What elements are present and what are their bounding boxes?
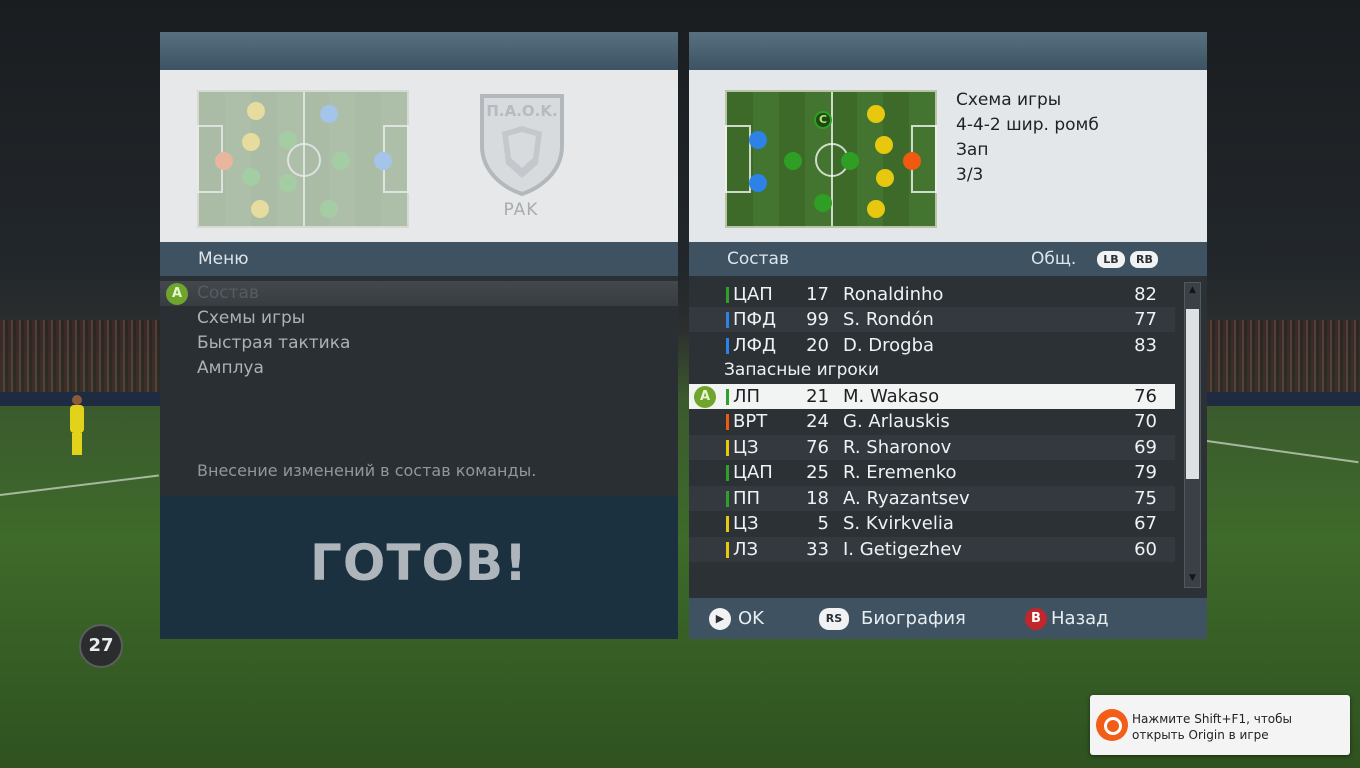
stadium-stand-left [0,320,160,400]
team-panel: П.Α.Ο.Κ. PAK Меню A Состав Схемы игры Бы… [160,32,678,639]
scroll-thumb[interactable] [1186,309,1199,479]
player-row[interactable]: ЦАП 17 Ronaldinho 82 [689,282,1175,307]
panel-header-bar [689,32,1207,70]
crest-lettering: П.Α.Ο.Κ. [486,102,557,120]
formation-summary: Схема игры 4-4-2 шир. ромб Зап 3/3 [956,88,1099,188]
scroll-down-arrow-icon[interactable]: ▼ [1187,573,1198,584]
position-color-bar [726,465,729,481]
a-button-icon: A [166,283,188,305]
position-color-bar [726,312,729,328]
team-code: PAK [503,200,539,220]
squad-panel: C Схема игры 4-4-2 шир. ромб Зап 3/3 Сос… [689,32,1207,639]
sub-row[interactable]: ЦЗ 76 R. Sharonov 69 [689,435,1175,460]
sub-row[interactable]: ЦАП 25 R. Eremenko 79 [689,460,1175,485]
rs-stick-icon[interactable]: RS [819,608,849,630]
menu-item-formations[interactable]: Схемы игры [160,306,678,331]
menu-list: A Состав Схемы игры Быстрая тактика Ампл… [160,276,678,496]
roster-list: ЦАП 17 Ronaldinho 82 ПФД 99 S. Rondón 77… [689,276,1207,598]
b-button-icon[interactable]: B [1025,608,1047,630]
scroll-up-arrow-icon[interactable]: ▲ [1187,285,1198,296]
biography-label[interactable]: Биография [861,598,966,639]
origin-message: Нажмите Shift+F1, чтобы открыть Origin в… [1132,712,1293,742]
overall-header: Общ. [1031,249,1077,269]
rb-button-icon[interactable]: RB [1130,250,1159,268]
menu-description: Внесение изменений в состав команды. [197,461,537,480]
timer-counter: 27 [79,624,123,668]
origin-logo-icon [1096,709,1128,741]
pitch-line [1206,440,1359,464]
roster-header: Состав Общ. LB RB [689,242,1207,276]
captain-marker: C [814,111,832,129]
paok-crest-icon: П.Α.Ο.Κ. [480,94,564,197]
position-color-bar [726,287,729,303]
page-indicator: 3/3 [956,165,984,185]
position-color-bar [726,338,729,354]
goalkeeper-figure [64,395,90,459]
stadium-stand-right [1207,320,1360,400]
formation-title: Схема игры [956,90,1062,110]
position-color-bar [726,491,729,507]
origin-notification[interactable]: Нажмите Shift+F1, чтобы открыть Origin в… [1090,695,1350,755]
position-color-bar [726,440,729,456]
roster-scrollbar[interactable]: ▲ ▼ [1184,282,1201,588]
sub-row[interactable]: ЦЗ 5 S. Kvirkvelia 67 [689,511,1175,536]
sub-row[interactable]: ПП 18 A. Ryazantsev 75 [689,486,1175,511]
menu-item-roles[interactable]: Амплуа [160,356,678,381]
position-color-bar [726,542,729,558]
panel-header-bar [160,32,678,70]
lb-button-icon[interactable]: LB [1097,250,1125,268]
ok-label[interactable]: OK [738,598,764,639]
opponent-info: П.Α.Ο.Κ. PAK [160,70,678,242]
back-label[interactable]: Назад [1051,598,1109,639]
tactic-label: Зап [956,140,989,160]
ready-label: ГОТОВ! [310,534,528,592]
sub-row-selected[interactable]: A ЛП 21 M. Wakaso 76 [689,384,1175,409]
play-button-icon[interactable]: ▶ [709,608,731,630]
position-color-bar [726,516,729,532]
position-color-bar [726,389,729,405]
formation-pitch: C [725,90,937,228]
menu-header: Меню [160,242,678,276]
ready-button[interactable]: ГОТОВ! [160,496,678,639]
formation-name: 4-4-2 шир. ромб [956,115,1099,135]
position-color-bar [726,414,729,430]
opponent-formation-pitch [197,90,409,228]
player-row[interactable]: ПФД 99 S. Rondón 77 [689,307,1175,332]
player-row[interactable]: ЛФД 20 D. Drogba 83 [689,333,1175,358]
a-button-icon: A [694,386,716,408]
advertising-board-right [1207,392,1360,406]
sub-row[interactable]: ЛЗ 33 I. Getigezhev 60 [689,537,1175,562]
pitch-line [0,474,159,496]
menu-item-squad[interactable]: A Состав [160,281,678,306]
sub-row[interactable]: ВРТ 24 G. Arlauskis 70 [689,409,1175,434]
menu-item-quick-tactics[interactable]: Быстрая тактика [160,331,678,356]
subs-section-label: Запасные игроки [724,360,880,380]
button-hints-bar: ▶ OK RS Биография B Назад [689,598,1207,639]
formation-info: C Схема игры 4-4-2 шир. ромб Зап 3/3 [689,70,1207,242]
